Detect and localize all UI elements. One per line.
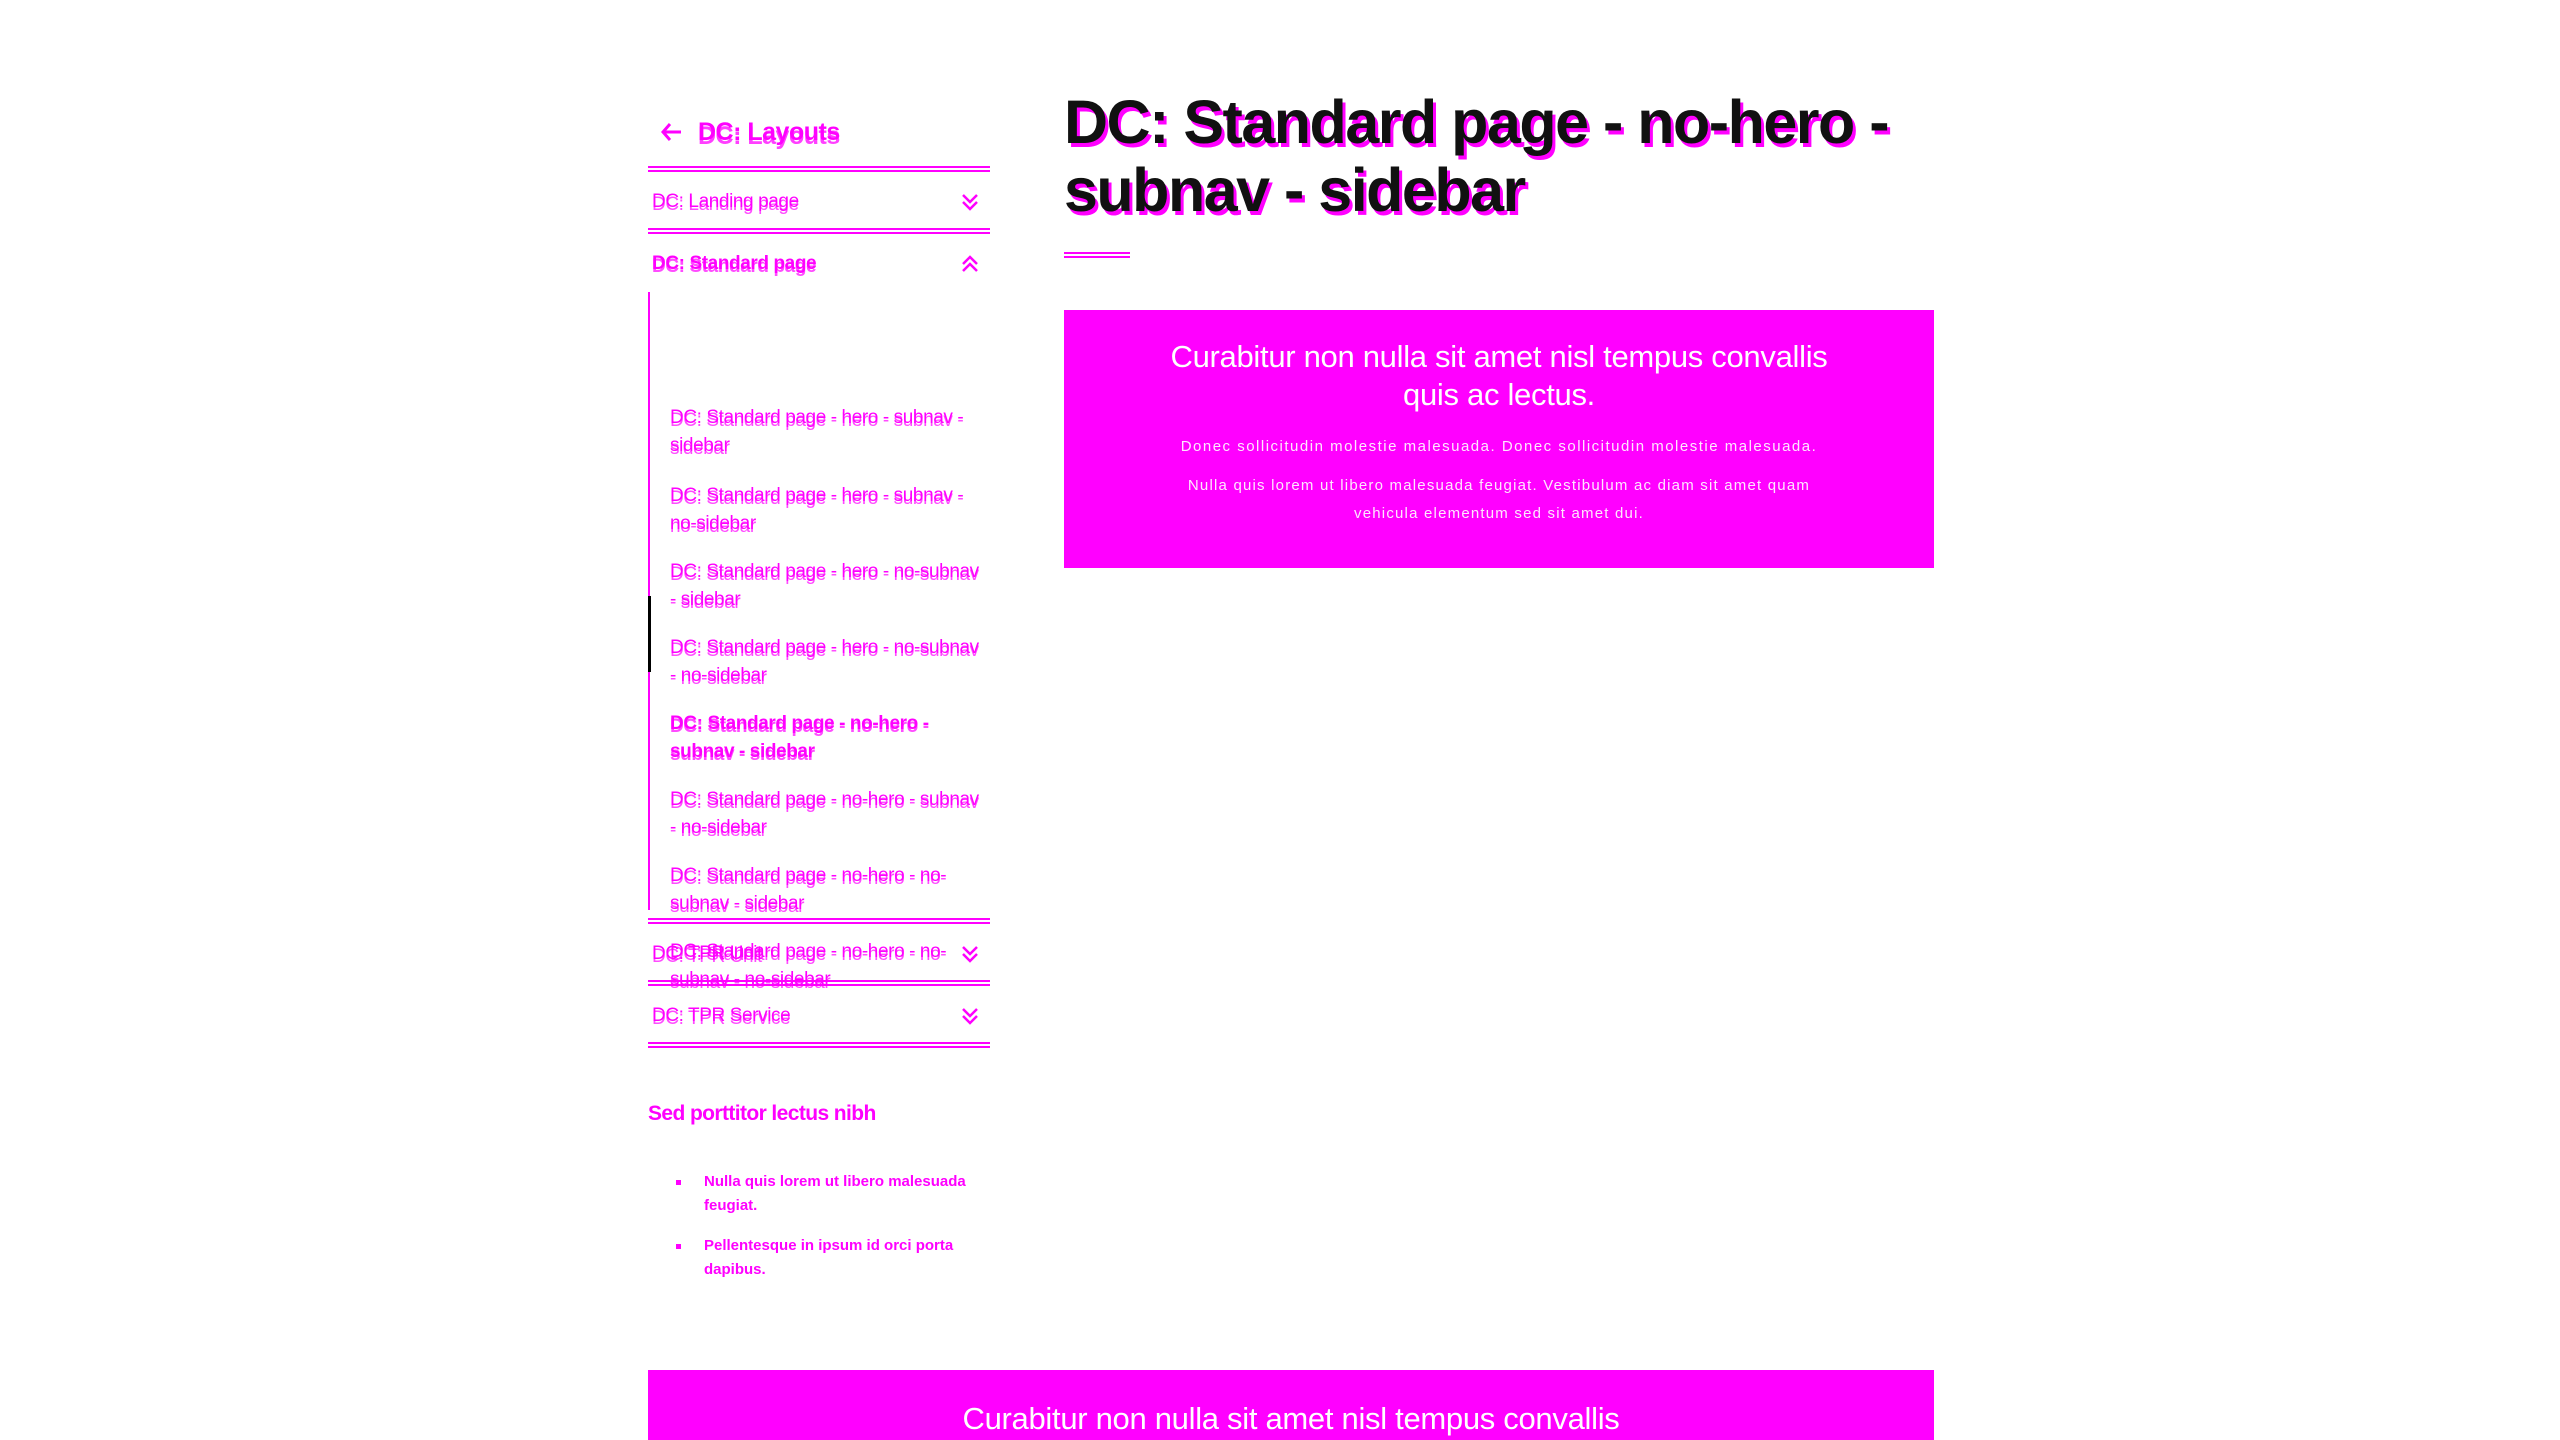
chevron-double-up-icon (962, 255, 978, 272)
accordion-label: DC: Standard page (652, 253, 817, 274)
list-item: Pellentesque in ipsum id orci porta dapi… (676, 1234, 976, 1282)
bottom-callout-block: Curabitur non nulla sit amet nisl tempus… (648, 1370, 1934, 1440)
subnav-item[interactable]: DC: Standard page - no-hero - subnav - n… (670, 786, 980, 842)
accordion-label: DC: TPR Unit (652, 943, 762, 964)
back-link-layouts[interactable]: DC: Layouts (648, 112, 840, 152)
sidebar-widget-title: Sed porttitor lectus nibh (648, 1102, 876, 1125)
subnav-item[interactable]: DC: Standard page - hero - no-subnav - s… (670, 558, 980, 614)
subnav-list: DC: Standard page - hero - subnav - side… (648, 292, 992, 990)
bottom-callout-lead: Curabitur non nulla sit amet nisl tempus… (962, 1401, 1620, 1440)
page-title: DC: Standard page - no-hero - subnav - s… (1064, 88, 1890, 224)
divider (648, 918, 990, 924)
accordion-standard-page[interactable]: DC: Standard page (652, 244, 986, 284)
divider (648, 228, 990, 234)
back-link-label: DC: Layouts (698, 117, 840, 146)
chevron-double-down-icon (962, 946, 978, 963)
subnav-item-active[interactable]: DC: Standard page - no-hero - subnav - s… (670, 710, 980, 766)
subnav-item[interactable]: DC: Standard page - hero - no-subnav - n… (670, 634, 980, 690)
accordion-tpr-unit[interactable]: DC: TPR Unit (652, 934, 986, 974)
active-indicator (648, 596, 651, 672)
callout-block: Curabitur non nulla sit amet nisl tempus… (1064, 310, 1934, 568)
title-divider (1064, 252, 1130, 258)
chevron-double-down-icon (962, 1008, 978, 1025)
subnav-item[interactable]: DC: Standard page - no-hero - no-subnav … (670, 862, 980, 918)
divider (648, 980, 990, 986)
accordion-label: DC: TPR Service (652, 1005, 791, 1026)
divider (648, 166, 990, 172)
subnav-item[interactable]: DC: Standard page - hero - subnav - side… (670, 404, 980, 460)
accordion-tpr-service[interactable]: DC: TPR Service (652, 996, 986, 1036)
accordion-landing-page[interactable]: DC: Landing page (652, 182, 986, 222)
subnav-item[interactable]: DC: Standard page - hero - subnav - no-s… (670, 482, 980, 538)
sidebar-widget-list: Nulla quis lorem ut libero malesuada feu… (676, 1170, 976, 1298)
chevron-double-down-icon (962, 194, 978, 211)
divider (648, 1042, 990, 1048)
callout-lead: Curabitur non nulla sit amet nisl tempus… (1170, 339, 1828, 412)
callout-paragraph: Nulla quis lorem ut libero malesuada feu… (1187, 477, 1811, 522)
callout-paragraph: Donec sollicitudin molestie malesuada. D… (1180, 438, 1818, 455)
accordion-label: DC: Landing page (652, 191, 799, 212)
list-item: Nulla quis lorem ut libero malesuada feu… (676, 1170, 976, 1218)
arrow-left-icon (660, 121, 682, 143)
